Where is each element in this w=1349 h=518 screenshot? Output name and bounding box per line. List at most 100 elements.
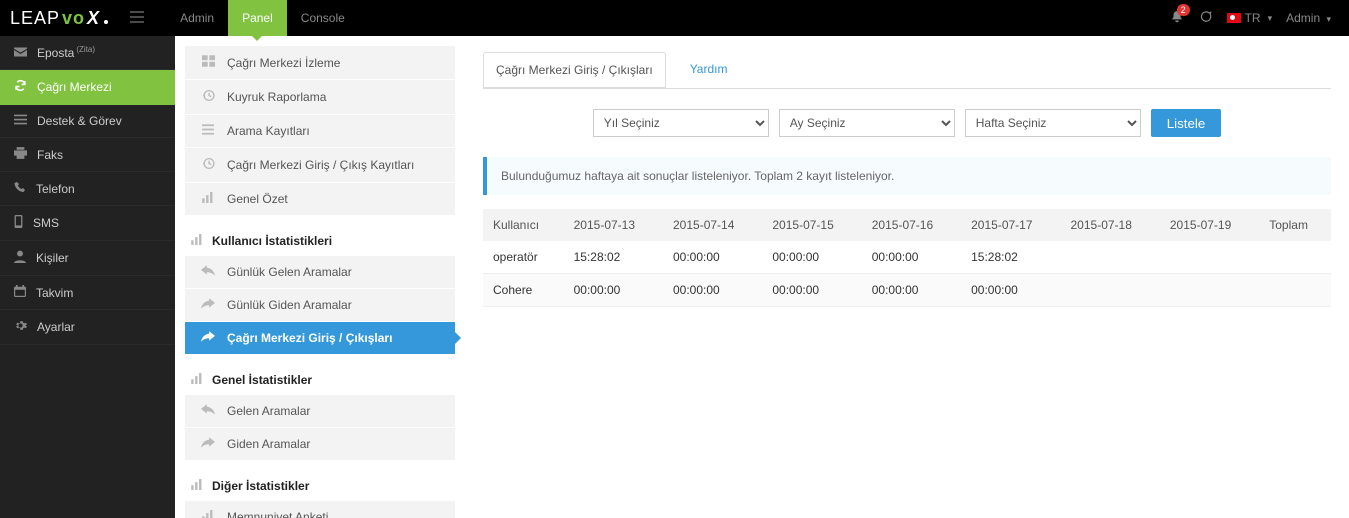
sidebar-item-label: SMS xyxy=(33,216,59,230)
table-row: Cohere00:00:0000:00:0000:00:0000:00:0000… xyxy=(483,274,1331,307)
top-nav: Admin Panel Console xyxy=(166,0,359,36)
nav-panel[interactable]: Panel xyxy=(228,0,287,36)
table-cell xyxy=(1061,274,1160,307)
table-cell: 00:00:00 xyxy=(564,274,663,307)
table-cell: 00:00:00 xyxy=(961,274,1060,307)
sidebar-item-label: Çağrı Merkezi xyxy=(37,80,112,94)
language-label: TR xyxy=(1245,11,1261,25)
sidebar-item-ki-iler[interactable]: Kişiler xyxy=(0,241,175,276)
nav-console[interactable]: Console xyxy=(287,0,359,36)
main-content: Çağrı Merkezi Giriş / Çıkışları Yardım Y… xyxy=(465,36,1349,518)
sub-item-kuyruk-raporlama[interactable]: Kuyruk Raporlama xyxy=(185,80,455,115)
gear-icon xyxy=(14,319,27,335)
sidebar-item-label: Destek & Görev xyxy=(37,114,122,128)
sub-item--a-r-merkezi-giri-k-kay-tlar-[interactable]: Çağrı Merkezi Giriş / Çıkış Kayıtları xyxy=(185,148,455,183)
tab-help[interactable]: Yardım xyxy=(686,52,732,88)
table-cell: 00:00:00 xyxy=(862,241,961,274)
sub-item-memnuniyet-anketi[interactable]: Memnuniyet Anketi xyxy=(185,501,455,518)
sidebar-item-destek-g-rev[interactable]: Destek & Görev xyxy=(0,105,175,138)
table-cell: operatör xyxy=(483,241,564,274)
reply-icon xyxy=(201,404,215,418)
month-select[interactable]: Ay Seçiniz xyxy=(779,109,955,137)
menu-toggle-icon[interactable] xyxy=(130,11,144,26)
bars-icon xyxy=(201,124,215,138)
table-cell: 15:28:02 xyxy=(961,241,1060,274)
filter-row: Yıl Seçiniz Ay Seçiniz Hafta Seçiniz Lis… xyxy=(483,109,1331,137)
sidebar-item-takvim[interactable]: Takvim xyxy=(0,276,175,310)
chat-icon[interactable] xyxy=(1198,10,1213,27)
sub-item-label: Memnuniyet Anketi xyxy=(227,510,328,518)
stats-icon xyxy=(191,479,204,493)
table-cell: 00:00:00 xyxy=(862,274,961,307)
table-cell xyxy=(1259,274,1331,307)
table-cell: 15:28:02 xyxy=(564,241,663,274)
forward-icon xyxy=(201,437,215,451)
sub-item-label: Gelen Aramalar xyxy=(227,404,310,418)
refresh-icon xyxy=(14,79,27,95)
user-icon xyxy=(14,250,26,266)
table-header: 2015-07-13 xyxy=(564,209,663,241)
print-icon xyxy=(14,147,27,162)
flag-icon xyxy=(1227,13,1241,23)
year-select[interactable]: Yıl Seçiniz xyxy=(593,109,769,137)
envelope-icon xyxy=(14,46,27,60)
table-header: Toplam xyxy=(1259,209,1331,241)
sub-item-g-nl-k-giden-aramalar[interactable]: Günlük Giden Aramalar xyxy=(185,289,455,322)
list-icon xyxy=(14,114,27,128)
table-header: Kullanıcı xyxy=(483,209,564,241)
info-alert: Bulunduğumuz haftaya ait sonuçlar listel… xyxy=(483,157,1331,195)
language-selector[interactable]: TR ▾ xyxy=(1227,11,1273,25)
sidebar-item-telefon[interactable]: Telefon xyxy=(0,172,175,206)
phone-icon xyxy=(14,181,26,196)
history-icon xyxy=(201,89,215,105)
sub-item--a-r-merkezi-giri-k-lar-[interactable]: Çağrı Merkezi Giriş / Çıkışları xyxy=(185,322,455,355)
tab-cc-login-logout[interactable]: Çağrı Merkezi Giriş / Çıkışları xyxy=(483,52,666,89)
logo: LEAPvoX xyxy=(10,8,108,29)
sub-item-label: Arama Kayıtları xyxy=(227,124,310,138)
dashboard-icon xyxy=(201,55,215,70)
sidebar-item-sms[interactable]: SMS xyxy=(0,206,175,241)
table-header: 2015-07-17 xyxy=(961,209,1060,241)
table-cell: 00:00:00 xyxy=(663,274,762,307)
sidebar-item-eposta[interactable]: Eposta(Zita) xyxy=(0,36,175,70)
user-menu[interactable]: Admin ▾ xyxy=(1286,11,1331,25)
sub-item-gelen-aramalar[interactable]: Gelen Aramalar xyxy=(185,395,455,428)
sub-item-g-nl-k-gelen-aramalar[interactable]: Günlük Gelen Aramalar xyxy=(185,256,455,289)
table-header: 2015-07-16 xyxy=(862,209,961,241)
sidebar-item-label: Eposta(Zita) xyxy=(37,45,95,60)
sidebar-item-label: Telefon xyxy=(36,182,75,196)
group-title: Kullanıcı İstatistikleri xyxy=(175,216,465,256)
stats-icon xyxy=(201,192,215,206)
table-cell: 00:00:00 xyxy=(762,274,861,307)
table-cell: Cohere xyxy=(483,274,564,307)
sub-item-label: Giden Aramalar xyxy=(227,437,310,451)
sub-item-label: Kuyruk Raporlama xyxy=(227,90,326,104)
forward-icon xyxy=(201,298,215,312)
sub-item-label: Günlük Gelen Aramalar xyxy=(227,265,352,279)
sidebar-item-label: Takvim xyxy=(36,286,73,300)
notification-badge: 2 xyxy=(1177,4,1190,16)
sidebar-item-label: Ayarlar xyxy=(37,320,75,334)
table-header: 2015-07-15 xyxy=(762,209,861,241)
notifications-button[interactable]: 2 xyxy=(1170,10,1184,27)
sub-item--a-r-merkezi-i-zleme[interactable]: Çağrı Merkezi İzleme xyxy=(185,46,455,80)
sidebar: Eposta(Zita) Çağrı Merkezi Destek & Görev F… xyxy=(0,36,175,518)
table-cell xyxy=(1160,241,1259,274)
group-title: Genel İstatistikler xyxy=(175,355,465,395)
stats-icon xyxy=(201,510,215,518)
sidebar-item-ayarlar[interactable]: Ayarlar xyxy=(0,310,175,345)
sub-item-giden-aramalar[interactable]: Giden Aramalar xyxy=(185,428,455,461)
page-tabs: Çağrı Merkezi Giriş / Çıkışları Yardım xyxy=(483,52,1331,89)
nav-admin[interactable]: Admin xyxy=(166,0,228,36)
week-select[interactable]: Hafta Seçiniz xyxy=(965,109,1141,137)
sub-sidebar: Çağrı Merkezi İzleme Kuyruk Raporlama Aram… xyxy=(175,36,465,518)
sub-item-label: Çağrı Merkezi İzleme xyxy=(227,56,340,70)
table-cell xyxy=(1061,241,1160,274)
reply-icon xyxy=(201,265,215,279)
sub-item-genel-zet[interactable]: Genel Özet xyxy=(185,183,455,216)
sub-item-arama-kay-tlar-[interactable]: Arama Kayıtları xyxy=(185,115,455,148)
sidebar-item--a-r-merkezi[interactable]: Çağrı Merkezi xyxy=(0,70,175,105)
user-label: Admin xyxy=(1286,11,1320,25)
sidebar-item-faks[interactable]: Faks xyxy=(0,138,175,172)
list-button[interactable]: Listele xyxy=(1151,109,1222,137)
